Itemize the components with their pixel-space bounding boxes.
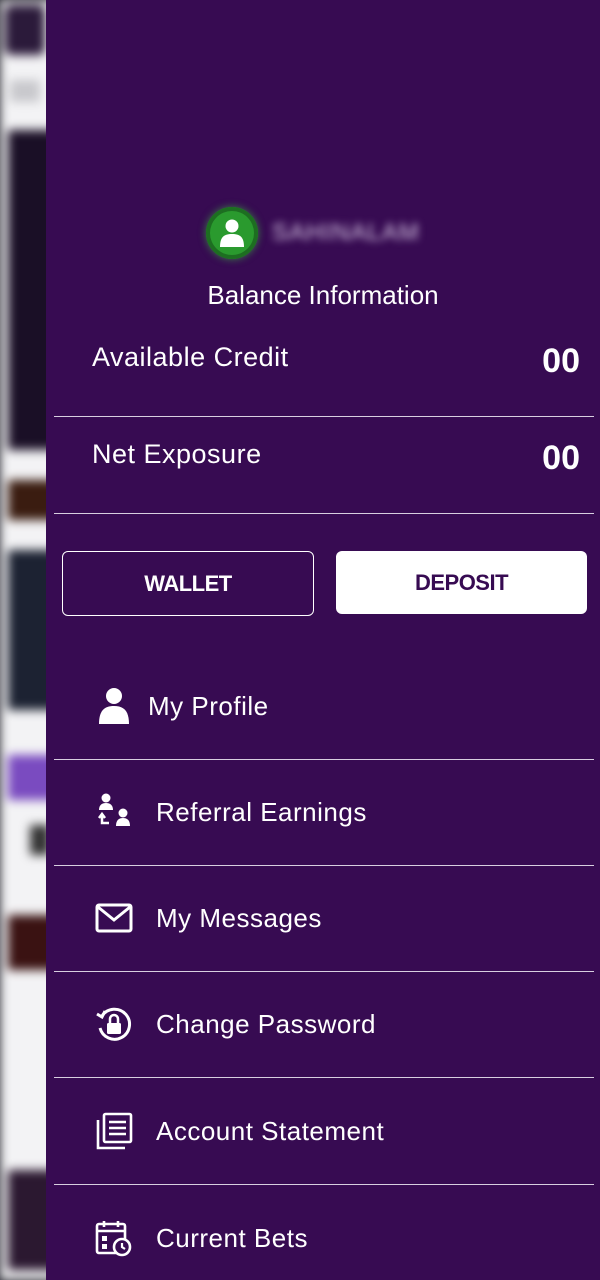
wallet-button[interactable]: WALLET: [62, 551, 314, 616]
available-credit-label: Available Credit: [92, 342, 289, 372]
menu-label: Current Bets: [156, 1222, 308, 1253]
net-exposure-value: 00: [542, 439, 580, 477]
side-drawer: SAHINALAM Balance Information Available …: [46, 0, 600, 1280]
user-icon: [94, 686, 134, 726]
user-avatar-icon: [220, 219, 244, 247]
deposit-button[interactable]: DEPOSIT: [336, 551, 587, 614]
menu-label: My Profile: [148, 690, 269, 721]
avatar[interactable]: [206, 207, 258, 259]
available-credit-value: 00: [542, 342, 580, 380]
menu-item-account-statement[interactable]: Account Statement: [54, 1078, 594, 1185]
bets-calendar-icon: [94, 1218, 134, 1258]
available-credit-row: Available Credit 00: [54, 320, 594, 417]
menu-item-my-profile[interactable]: My Profile: [54, 653, 594, 760]
menu-label: Change Password: [156, 1008, 376, 1039]
net-exposure-label: Net Exposure: [92, 439, 262, 469]
user-header: SAHINALAM: [206, 207, 420, 259]
username: SAHINALAM: [272, 219, 420, 246]
menu-item-my-messages[interactable]: My Messages: [54, 865, 594, 972]
menu-label: Account Statement: [156, 1115, 385, 1146]
envelope-icon: [94, 898, 134, 938]
referral-icon: [94, 792, 134, 832]
statement-icon: [94, 1111, 134, 1151]
menu-item-change-password[interactable]: Change Password: [54, 971, 594, 1078]
menu-item-referral-earnings[interactable]: Referral Earnings: [54, 759, 594, 866]
menu-label: My Messages: [156, 902, 322, 933]
menu-item-current-bets[interactable]: Current Bets: [54, 1185, 594, 1280]
menu-label: Referral Earnings: [156, 796, 367, 827]
lock-reset-icon: [94, 1004, 134, 1044]
net-exposure-row: Net Exposure 00: [54, 417, 594, 514]
balance-title: Balance Information: [207, 280, 439, 310]
